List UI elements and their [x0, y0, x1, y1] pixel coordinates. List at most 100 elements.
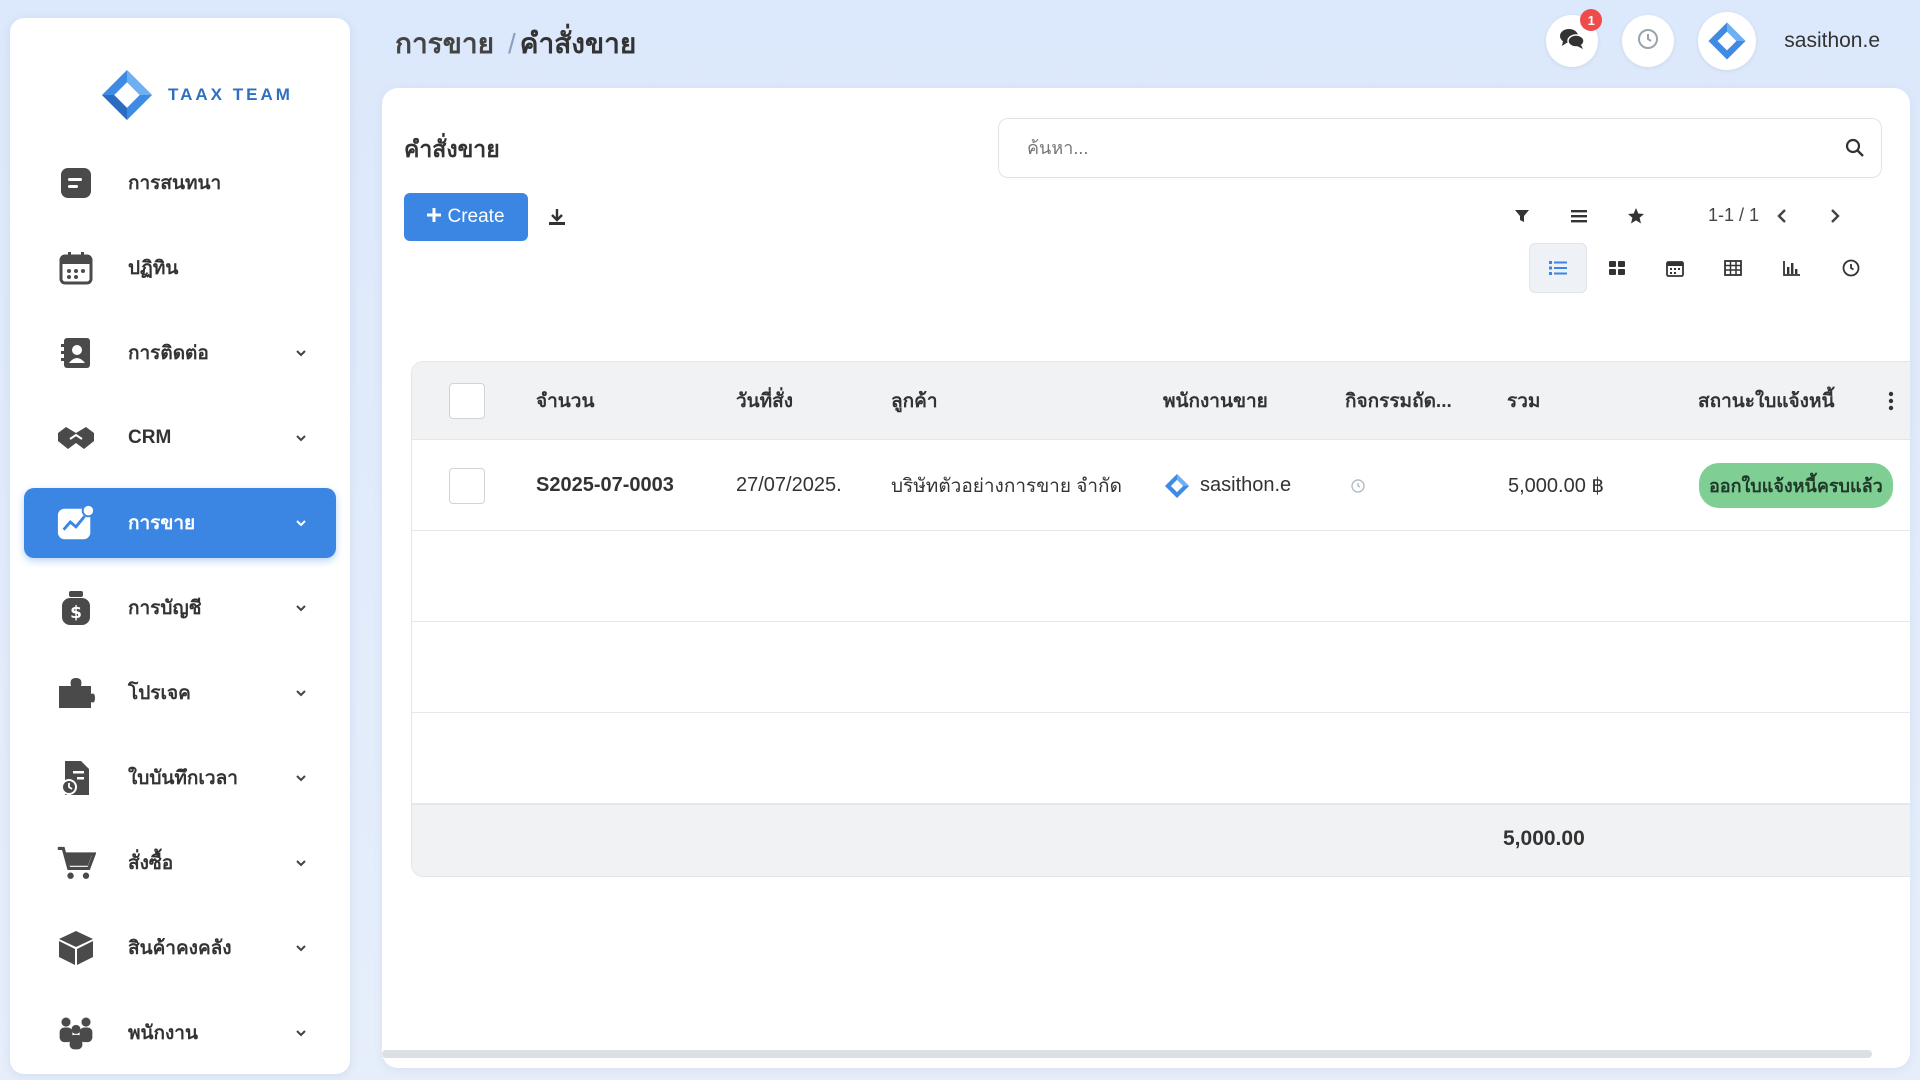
sidebar-item-label: การติดต่อ: [128, 343, 209, 364]
username[interactable]: sasithon.e: [1784, 29, 1880, 53]
sidebar-item-label: โปรเจค: [128, 683, 191, 704]
search-input[interactable]: [999, 119, 1829, 177]
star-icon: [1628, 208, 1644, 224]
order-customer: บริษัทตัวอย่างการขาย จำกัด: [891, 475, 1122, 497]
row-checkbox[interactable]: [449, 467, 485, 504]
list-toolbar: 1-1 / 1: [382, 200, 1910, 234]
activity-clock-icon: [1351, 478, 1365, 493]
people-icon: [56, 1013, 96, 1053]
empty-row: [412, 713, 1910, 804]
invoice-status-cell: ออกใบแจ้งหนี้ครบแล้ว: [1699, 440, 1893, 531]
sidebar-item-employees[interactable]: พนักงาน: [24, 998, 336, 1068]
brand-name: TAAX TEAM: [168, 85, 293, 104]
list-view-icon: [1549, 261, 1567, 275]
order-salesperson: sasithon.e: [1164, 440, 1291, 531]
chevron-down-icon: [294, 686, 308, 700]
page-title: คำสั่งขาย: [404, 136, 500, 162]
sidebar-item-purchase[interactable]: สั่งซื้อ: [24, 828, 336, 898]
filter-button[interactable]: [1506, 200, 1538, 232]
avatar[interactable]: [1698, 12, 1757, 70]
column-header-total[interactable]: รวม: [1507, 362, 1540, 440]
chevron-down-icon: [294, 941, 308, 955]
empty-row: [412, 622, 1910, 713]
order-date: 27/07/2025.: [736, 474, 842, 496]
breadcrumb-parent[interactable]: การขาย: [395, 22, 494, 66]
sidebar-item-calendar[interactable]: ปฏิทิน: [24, 233, 336, 303]
column-header-customer[interactable]: ลูกค้า: [891, 362, 938, 440]
group-by-button[interactable]: [1563, 200, 1595, 232]
order-number[interactable]: S2025-07-0003: [536, 440, 674, 531]
puzzle-icon: [56, 673, 96, 713]
breadcrumb-separator: /: [507, 28, 516, 59]
box-icon: [56, 928, 96, 968]
activity-button[interactable]: [1622, 15, 1675, 67]
sidebar-item-accounting[interactable]: $ การบัญชี: [24, 573, 336, 643]
chat-bubbles-icon: [1559, 27, 1586, 56]
money-bag-icon: $: [56, 588, 96, 628]
sidebar-item-projects[interactable]: โปรเจค: [24, 658, 336, 728]
timesheet-icon: [56, 758, 96, 798]
sidebar-item-label: ใบบันทึกเวลา: [128, 768, 238, 789]
header-actions: 1 sasithon.e: [1546, 9, 1880, 70]
pager-value[interactable]: 1-1 / 1: [1708, 205, 1759, 226]
column-header-number[interactable]: จำนวน: [536, 362, 594, 440]
chevron-down-icon: [294, 856, 308, 870]
select-all-checkbox[interactable]: [449, 383, 485, 419]
column-header-date[interactable]: วันที่สั่ง: [736, 362, 793, 440]
grid-icon: [1609, 261, 1625, 275]
column-header-next-activity[interactable]: กิจกรรมถัด...: [1345, 362, 1452, 440]
sidebar-item-label: สั่งซื้อ: [128, 853, 174, 874]
main-panel: คำสั่งขาย Create 1-1 / 1: [382, 88, 1910, 1068]
kebab-menu-icon: [1888, 391, 1894, 411]
brand-logo[interactable]: TAAX TEAM: [100, 68, 293, 122]
sidebar-item-chat[interactable]: การสนทนา: [24, 148, 336, 218]
clock-icon: [1637, 28, 1659, 55]
view-switcher: [382, 243, 1910, 293]
sidebar-item-timesheet[interactable]: ใบบันทึกเวลา: [24, 743, 336, 813]
activity-view-button[interactable]: [1822, 243, 1880, 293]
column-header-salesperson[interactable]: พนักงานขาย: [1163, 362, 1268, 440]
notification-badge: 1: [1580, 9, 1603, 31]
messages-button[interactable]: 1: [1546, 9, 1603, 67]
sidebar-item-label: สินค้าคงคลัง: [128, 938, 232, 959]
chevron-left-icon: [1777, 209, 1786, 223]
list-lines-icon: [1571, 210, 1587, 223]
next-activity-button[interactable]: [1350, 440, 1366, 531]
salesperson-avatar-icon: [1164, 473, 1190, 498]
select-all-cell: [449, 362, 485, 440]
search-icon[interactable]: [1829, 138, 1881, 158]
table-footer: 5,000.00: [412, 804, 1910, 876]
sidebar-item-sales[interactable]: การขาย: [24, 488, 336, 558]
sales-chart-icon: [56, 503, 96, 543]
sidebar-item-inventory[interactable]: สินค้าคงคลัง: [24, 913, 336, 983]
chevron-down-icon: [294, 1026, 308, 1040]
next-page-button[interactable]: [1819, 200, 1851, 232]
horizontal-scrollbar[interactable]: [382, 1050, 1872, 1058]
graph-view-button[interactable]: [1763, 243, 1821, 293]
list-view-button[interactable]: [1529, 243, 1587, 293]
sidebar-item-label: พนักงาน: [128, 1023, 198, 1044]
favorites-button[interactable]: [1620, 200, 1652, 232]
sidebar-nav: การสนทนา ปฏิทิน การติดต่อ CRM การขาย $ ก…: [24, 148, 336, 1080]
sidebar-item-crm[interactable]: CRM: [24, 403, 336, 473]
kanban-view-button[interactable]: [1588, 243, 1646, 293]
row-select-cell: [449, 440, 485, 531]
salesperson-name: sasithon.e: [1200, 474, 1292, 496]
column-options-button[interactable]: [1888, 362, 1894, 440]
footer-total: 5,000.00: [1503, 827, 1585, 850]
chevron-down-icon: [294, 431, 308, 445]
table-row[interactable]: S2025-07-0003 27/07/2025. บริษัทตัวอย่าง…: [412, 440, 1910, 531]
previous-page-button[interactable]: [1766, 200, 1798, 232]
empty-row: [412, 531, 1910, 622]
sidebar-item-contacts[interactable]: การติดต่อ: [24, 318, 336, 388]
pivot-view-button[interactable]: [1704, 243, 1762, 293]
column-header-invoice-status[interactable]: สถานะใบแจ้งหนี้: [1698, 362, 1834, 440]
calendar-icon: [1666, 261, 1684, 277]
calendar-view-button[interactable]: [1646, 243, 1704, 293]
table-header: จำนวน วันที่สั่ง ลูกค้า พนักงานขาย กิจกร…: [412, 362, 1910, 440]
chevron-down-icon: [294, 601, 308, 615]
bar-chart-icon: [1783, 261, 1800, 276]
chat-icon: [56, 163, 96, 203]
calendar-icon: [56, 248, 96, 288]
sidebar-item-label: ปฏิทิน: [128, 258, 179, 279]
